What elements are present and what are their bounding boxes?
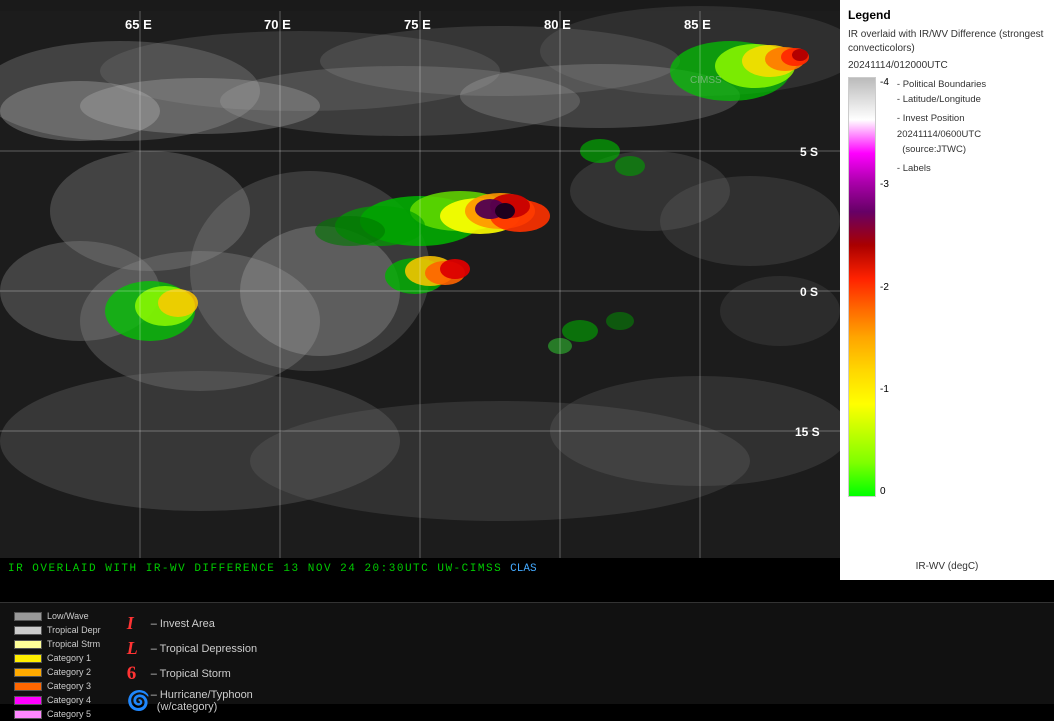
scale-label-cat5: Category 5 bbox=[47, 709, 91, 719]
svg-text:80 E: 80 E bbox=[544, 17, 571, 32]
scale-label-cat3: Category 3 bbox=[47, 681, 91, 691]
legend-title: Legend bbox=[848, 8, 1046, 22]
image-footer: IR OVERLAID WITH IR-WV DIFFERENCE 13 NOV… bbox=[0, 558, 840, 580]
legend-item-labels: - Labels bbox=[897, 161, 1046, 176]
symbol-row-invest: I – Invest Area bbox=[127, 613, 257, 634]
symbol-legend: I – Invest Area L – Tropical Depression … bbox=[127, 609, 257, 713]
svg-text:15 S: 15 S bbox=[795, 425, 820, 439]
scale-label-cat2: Category 2 bbox=[47, 667, 91, 677]
tick-2: -2 bbox=[880, 282, 889, 293]
intensity-scale: Low/Wave Tropical Depr Tropical Strm Cat… bbox=[14, 611, 101, 721]
symbol-row-tstrm: 6 – Tropical Storm bbox=[127, 663, 257, 685]
scale-item-tstrm: Tropical Strm bbox=[14, 639, 101, 649]
svg-text:75 E: 75 E bbox=[404, 17, 431, 32]
svg-text:65 E: 65 E bbox=[125, 17, 152, 32]
tick-bottom: 0 bbox=[880, 486, 889, 497]
scale-label-tdepr: Tropical Depr bbox=[47, 625, 101, 635]
svg-text:70 E: 70 E bbox=[264, 17, 291, 32]
svg-text:85 E: 85 E bbox=[684, 17, 711, 32]
tstrm-label: – Tropical Storm bbox=[151, 668, 231, 680]
tdepr-symbol: L bbox=[127, 638, 151, 659]
scale-item-cat5: Category 5 bbox=[14, 709, 101, 719]
scale-item-tdepr: Tropical Depr bbox=[14, 625, 101, 635]
svg-text:CIMSS: CIMSS bbox=[690, 75, 722, 86]
tick-1: -3 bbox=[880, 179, 889, 190]
svg-text:0 S: 0 S bbox=[800, 285, 818, 299]
symbol-row-tdepr: L – Tropical Depression bbox=[127, 638, 257, 659]
invest-label: – Invest Area bbox=[151, 618, 215, 630]
legend-description: IR overlaid with IR/WV Difference (stron… bbox=[848, 28, 1046, 56]
cimss-link[interactable]: CLAS bbox=[510, 563, 536, 575]
image-footer-text: IR OVERLAID WITH IR-WV DIFFERENCE 13 NOV… bbox=[8, 563, 502, 575]
scale-label-tstrm: Tropical Strm bbox=[47, 639, 100, 649]
top-section: 65 E 70 E 75 E 80 E 85 E 5 S 0 S 15 S CI… bbox=[0, 0, 1054, 602]
tick-top: -4 bbox=[880, 77, 889, 88]
svg-text:5 S: 5 S bbox=[800, 145, 818, 159]
scale-item-cat2: Category 2 bbox=[14, 667, 101, 677]
tick-3: -1 bbox=[880, 384, 889, 395]
tdepr-label: – Tropical Depression bbox=[151, 643, 257, 655]
hurricane-symbol: 🌀 bbox=[127, 689, 151, 713]
legend-item-latlon: - Latitude/Longitude bbox=[897, 92, 1046, 107]
scale-item-cat1: Category 1 bbox=[14, 653, 101, 663]
main-container: 65 E 70 E 75 E 80 E 85 E 5 S 0 S 15 S CI… bbox=[0, 0, 1054, 704]
colorbar bbox=[848, 77, 876, 497]
hurricane-label: – Hurricane/Typhoon (w/category) bbox=[151, 689, 253, 713]
legend-date: 20241114/012000UTC bbox=[848, 60, 1046, 71]
bottom-bar: Low/Wave Tropical Depr Tropical Strm Cat… bbox=[0, 602, 1054, 704]
colorbar-axis-label: IR-WV (degC) bbox=[848, 561, 1046, 572]
tstrm-symbol: 6 bbox=[127, 663, 151, 685]
scale-label-lowwave: Low/Wave bbox=[47, 611, 89, 621]
scale-label-cat1: Category 1 bbox=[47, 653, 91, 663]
symbol-row-hurricane: 🌀 – Hurricane/Typhoon (w/category) bbox=[127, 689, 257, 713]
legend-item-boundaries: - Political Boundaries bbox=[897, 77, 1046, 92]
legend-items: - Political Boundaries - Latitude/Longit… bbox=[897, 77, 1046, 176]
invest-symbol: I bbox=[127, 613, 151, 634]
satellite-image: 65 E 70 E 75 E 80 E 85 E 5 S 0 S 15 S CI… bbox=[0, 0, 840, 580]
scale-item-cat3: Category 3 bbox=[14, 681, 101, 691]
right-panel: Legend IR overlaid with IR/WV Difference… bbox=[840, 0, 1054, 580]
legend-item-invest: - Invest Position 20241114/0600UTC (sour… bbox=[897, 111, 1046, 157]
scale-item-lowwave: Low/Wave bbox=[14, 611, 101, 621]
